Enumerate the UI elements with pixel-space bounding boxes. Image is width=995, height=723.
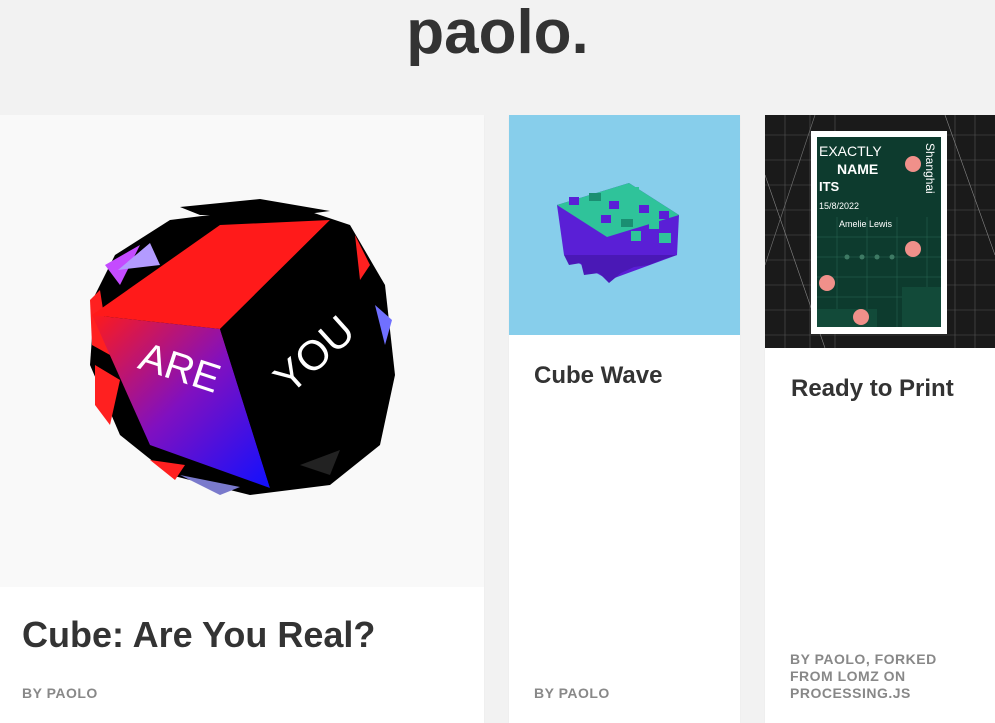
poster-city: Shanghai (923, 143, 937, 194)
card-author[interactable]: BY PAOLO (22, 685, 462, 702)
card-author[interactable]: BY PAOLO (534, 685, 724, 702)
cube-wave-artwork (557, 183, 679, 283)
wave-voxels (557, 183, 679, 283)
poster-dot (905, 156, 921, 172)
cube-artwork: ARE YOU (90, 199, 395, 495)
poster-person: Amelie Lewis (839, 219, 893, 229)
poster-line1: EXACTLY (819, 143, 882, 159)
project-card-cube-wave[interactable]: Cube Wave BY PAOLO (509, 115, 740, 723)
project-card-cube-are-you-real[interactable]: ARE YOU Cube: Are You Real? BY PAOLO (0, 115, 484, 723)
project-thumbnail[interactable]: ARE YOU (0, 115, 484, 587)
project-thumbnail[interactable]: EXACTLY NAME ITS 15/8/2022 Amelie Lewis … (765, 115, 995, 348)
poster-line2: NAME (837, 161, 879, 177)
poster-dot (819, 275, 835, 291)
site-title[interactable]: paolo. (0, 0, 995, 66)
poster-body: EXACTLY NAME ITS 15/8/2022 Amelie Lewis … (817, 137, 941, 327)
poster-date: 15/8/2022 (819, 201, 860, 211)
card-author[interactable]: BY PAOLO, FORKED FROM LOMZ ON PROCESSING… (790, 651, 975, 702)
project-thumbnail[interactable] (509, 115, 740, 335)
poster-dot (853, 309, 869, 325)
poster-dot (905, 241, 921, 257)
card-title[interactable]: Cube: Are You Real? (22, 615, 375, 655)
poster-line3: ITS (819, 179, 840, 194)
project-card-ready-to-print[interactable]: EXACTLY NAME ITS 15/8/2022 Amelie Lewis … (765, 115, 995, 723)
card-title[interactable]: Ready to Print (791, 375, 954, 403)
card-title[interactable]: Cube Wave (534, 362, 662, 390)
poster: EXACTLY NAME ITS 15/8/2022 Amelie Lewis … (811, 131, 947, 334)
